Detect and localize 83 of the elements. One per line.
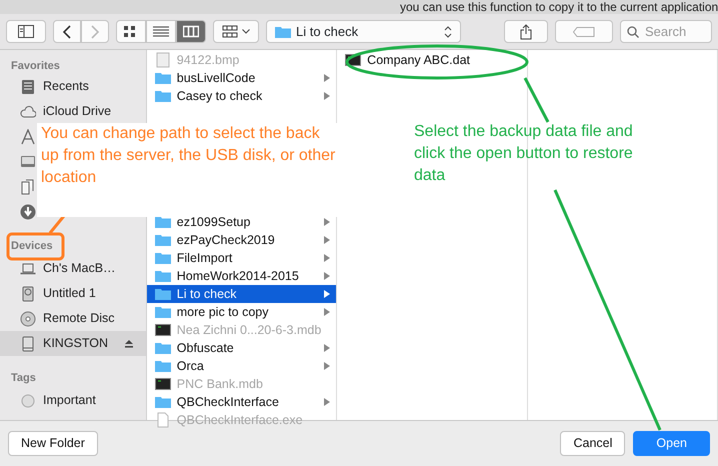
terminal-file-icon [154, 376, 171, 392]
path-popup[interactable]: Li to check [266, 20, 461, 43]
folder-icon [154, 250, 171, 266]
dialog-button[interactable]: Cancel [560, 431, 626, 456]
sidebar-item[interactable]: Untitled 1 [0, 281, 146, 306]
sidebar-item[interactable]: Recents [0, 74, 146, 99]
sidebar-section-title: Tags [11, 371, 36, 385]
folder-icon [154, 88, 171, 104]
sidebar-section-title: Favorites [11, 59, 60, 74]
sidebar-item[interactable]: Remote Disc [0, 306, 146, 331]
folder-icon [154, 394, 171, 410]
disclosure-arrow-icon [324, 308, 330, 316]
disclosure-arrow-icon [324, 272, 330, 280]
sidebar-item[interactable]: Important [0, 388, 146, 413]
terminal-file-icon [154, 322, 171, 338]
disclosure-arrow-icon [324, 92, 330, 100]
optical-disc-icon [20, 310, 36, 326]
disclosure-arrow-icon [324, 344, 330, 352]
cloud-icon [20, 104, 36, 120]
folder-icon [154, 232, 171, 248]
disclosure-arrow-icon [324, 74, 330, 82]
file-row[interactable]: Casey to check [146, 87, 336, 105]
disclosure-arrow-icon [324, 290, 330, 298]
file-row[interactable]: FileImport [146, 249, 336, 267]
chevron-icon [62, 24, 72, 38]
tag-circle-icon [20, 392, 36, 408]
arrange-button[interactable] [213, 20, 259, 43]
file-row[interactable]: Company ABC.dat [337, 51, 527, 69]
folder-icon [154, 286, 171, 302]
annotation-text: Select the backup data file and click the open button to restore data [414, 122, 634, 186]
caret-icon [242, 29, 250, 34]
sidebar-item[interactable]: Ch's MacB… [0, 256, 146, 281]
leader-line [524, 77, 550, 123]
file-row[interactable]: more pic to copy [146, 303, 336, 321]
disclosure-arrow-icon [324, 218, 330, 226]
view-mode-button[interactable] [116, 20, 146, 43]
share-button[interactable] [504, 20, 548, 43]
share-icon [520, 24, 532, 40]
letter-a-icon [20, 128, 36, 144]
sidebar-icon [18, 25, 34, 38]
sidebar-toggle-button[interactable] [6, 20, 46, 43]
monitor-icon [20, 154, 36, 170]
document-stack-icon [20, 78, 36, 94]
folder-icon [275, 25, 291, 38]
file-row[interactable]: Obfuscate [146, 339, 336, 357]
back-button[interactable] [53, 20, 81, 43]
dialog-button[interactable]: New Folder [8, 431, 98, 456]
search-icon [627, 26, 639, 38]
disclosure-arrow-icon [324, 236, 330, 244]
disk-drive-icon [20, 286, 36, 302]
drive-icon [20, 336, 36, 352]
disclosure-arrow-icon [324, 362, 330, 370]
sidebar-section-title: Devices [11, 239, 53, 253]
folder-icon [154, 358, 171, 374]
disclosure-arrow-icon [324, 398, 330, 406]
file-row[interactable]: HomeWork2014-2015 [146, 267, 336, 285]
file-row[interactable]: QBCheckInterface [146, 393, 336, 411]
view-mode-button[interactable] [146, 20, 176, 43]
updown-icon [444, 24, 452, 38]
image-file-icon [154, 52, 171, 68]
arrange-icon [222, 25, 238, 38]
file-row[interactable]: ezPayCheck2019 [146, 231, 336, 249]
folder-icon [154, 340, 171, 356]
folder-icon [154, 70, 171, 86]
view-mode-button[interactable] [176, 20, 206, 43]
documents-icon [20, 178, 36, 194]
file-row[interactable]: busLivellCode [146, 69, 336, 87]
open-button[interactable]: Open [633, 431, 710, 456]
list-icon [153, 25, 169, 38]
background-window-text: you can use this function to copy it to the current application [0, 0, 718, 14]
download-icon [20, 204, 36, 220]
file-row[interactable]: Li to check [146, 285, 336, 303]
laptop-icon [20, 260, 36, 276]
sidebar-item[interactable]: KINGSTON [0, 331, 146, 356]
search-field[interactable]: Search [620, 20, 712, 43]
eject-icon[interactable] [124, 339, 134, 348]
file-row[interactable]: Orca [146, 357, 336, 375]
sidebar-item[interactable]: iCloud Drive [0, 99, 146, 124]
folder-icon [154, 214, 171, 230]
columns-icon [183, 25, 199, 38]
chevron-icon [90, 24, 100, 38]
disclosure-arrow-icon [324, 254, 330, 262]
tag-icon [573, 26, 595, 36]
